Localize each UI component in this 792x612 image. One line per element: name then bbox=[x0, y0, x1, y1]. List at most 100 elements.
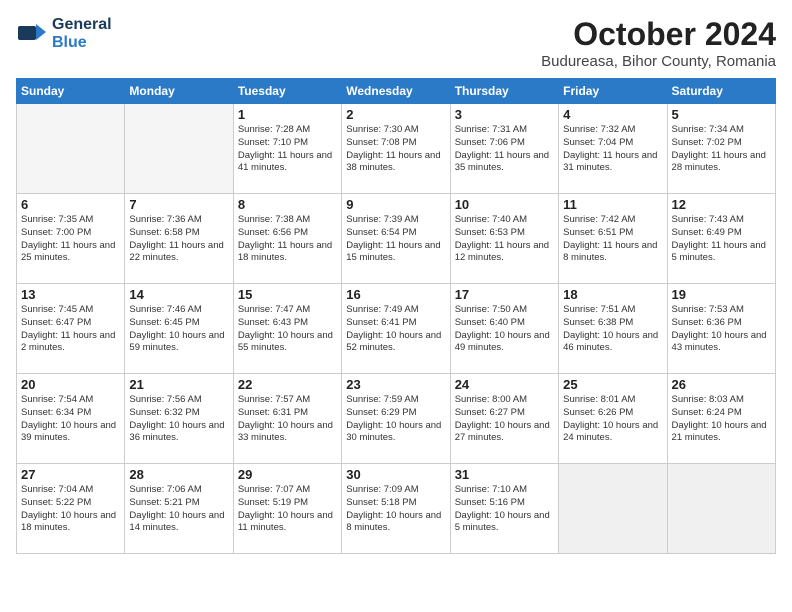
day-info: Sunrise: 8:01 AM Sunset: 6:26 PM Dayligh… bbox=[563, 394, 662, 445]
day-info: Sunrise: 7:10 AM Sunset: 5:16 PM Dayligh… bbox=[455, 484, 554, 535]
calendar-cell: 7 Sunrise: 7:36 AM Sunset: 6:58 PM Daylig… bbox=[125, 194, 233, 284]
day-info: Sunrise: 7:46 AM Sunset: 6:45 PM Dayligh… bbox=[129, 304, 228, 355]
day-number: 15 bbox=[238, 287, 337, 302]
day-number: 12 bbox=[672, 197, 771, 212]
day-info: Sunrise: 7:56 AM Sunset: 6:32 PM Dayligh… bbox=[129, 394, 228, 445]
day-number: 8 bbox=[238, 197, 337, 212]
day-number: 7 bbox=[129, 197, 228, 212]
calendar-cell: 30Sunrise: 7:09 AM Sunset: 5:18 PM Dayli… bbox=[342, 464, 450, 554]
calendar-cell bbox=[559, 464, 667, 554]
day-info: Sunrise: 7:30 AM Sunset: 7:08 PM Dayligh… bbox=[346, 124, 445, 175]
calendar-cell bbox=[667, 464, 775, 554]
calendar-week-row: 1 Sunrise: 7:28 AM Sunset: 7:10 PM Daylig… bbox=[17, 104, 776, 194]
calendar-week-row: 20Sunrise: 7:54 AM Sunset: 6:34 PM Dayli… bbox=[17, 374, 776, 464]
calendar-cell: 15 Sunrise: 7:47 AM Sunset: 6:43 PM Dayli… bbox=[233, 284, 341, 374]
day-number: 4 bbox=[563, 107, 662, 122]
day-number: 6 bbox=[21, 197, 120, 212]
calendar-cell: 8 Sunrise: 7:38 AM Sunset: 6:56 PM Daylig… bbox=[233, 194, 341, 284]
day-info: Sunrise: 7:36 AM Sunset: 6:58 PM Dayligh… bbox=[129, 214, 228, 265]
calendar-cell: 25 Sunrise: 8:01 AM Sunset: 6:26 PM Dayli… bbox=[559, 374, 667, 464]
logo: General Blue bbox=[16, 16, 112, 52]
weekday-header: Tuesday bbox=[233, 79, 341, 104]
logo-general: General bbox=[52, 16, 112, 34]
day-info: Sunrise: 7:39 AM Sunset: 6:54 PM Dayligh… bbox=[346, 214, 445, 265]
calendar-cell: 5Sunrise: 7:34 AM Sunset: 7:02 PM Daylig… bbox=[667, 104, 775, 194]
weekday-header-row: SundayMondayTuesdayWednesdayThursdayFrid… bbox=[17, 79, 776, 104]
day-number: 21 bbox=[129, 377, 228, 392]
day-info: Sunrise: 7:42 AM Sunset: 6:51 PM Dayligh… bbox=[563, 214, 662, 265]
calendar-cell: 18Sunrise: 7:51 AM Sunset: 6:38 PM Dayli… bbox=[559, 284, 667, 374]
day-info: Sunrise: 7:32 AM Sunset: 7:04 PM Dayligh… bbox=[563, 124, 662, 175]
month-title: October 2024 bbox=[541, 16, 776, 53]
calendar-cell bbox=[125, 104, 233, 194]
logo-blue: Blue bbox=[52, 34, 112, 52]
day-info: Sunrise: 8:00 AM Sunset: 6:27 PM Dayligh… bbox=[455, 394, 554, 445]
calendar-cell: 14 Sunrise: 7:46 AM Sunset: 6:45 PM Dayli… bbox=[125, 284, 233, 374]
calendar-cell: 13 Sunrise: 7:45 AM Sunset: 6:47 PM Dayli… bbox=[17, 284, 125, 374]
day-number: 2 bbox=[346, 107, 445, 122]
day-info: Sunrise: 7:45 AM Sunset: 6:47 PM Dayligh… bbox=[21, 304, 120, 355]
day-number: 14 bbox=[129, 287, 228, 302]
day-info: Sunrise: 7:59 AM Sunset: 6:29 PM Dayligh… bbox=[346, 394, 445, 445]
day-number: 25 bbox=[563, 377, 662, 392]
calendar-cell: 4 Sunrise: 7:32 AM Sunset: 7:04 PM Daylig… bbox=[559, 104, 667, 194]
location-title: Budureasa, Bihor County, Romania bbox=[541, 53, 776, 70]
calendar-cell: 12 Sunrise: 7:43 AM Sunset: 6:49 PM Dayli… bbox=[667, 194, 775, 284]
weekday-header: Wednesday bbox=[342, 79, 450, 104]
calendar-cell: 29Sunrise: 7:07 AM Sunset: 5:19 PM Dayli… bbox=[233, 464, 341, 554]
calendar-cell: 9 Sunrise: 7:39 AM Sunset: 6:54 PM Daylig… bbox=[342, 194, 450, 284]
calendar-week-row: 6 Sunrise: 7:35 AM Sunset: 7:00 PM Daylig… bbox=[17, 194, 776, 284]
day-number: 26 bbox=[672, 377, 771, 392]
day-info: Sunrise: 7:50 AM Sunset: 6:40 PM Dayligh… bbox=[455, 304, 554, 355]
day-number: 27 bbox=[21, 467, 120, 482]
weekday-header: Friday bbox=[559, 79, 667, 104]
calendar-week-row: 13 Sunrise: 7:45 AM Sunset: 6:47 PM Dayli… bbox=[17, 284, 776, 374]
day-number: 16 bbox=[346, 287, 445, 302]
weekday-header: Thursday bbox=[450, 79, 558, 104]
calendar-cell: 11Sunrise: 7:42 AM Sunset: 6:51 PM Dayli… bbox=[559, 194, 667, 284]
day-number: 30 bbox=[346, 467, 445, 482]
day-info: Sunrise: 7:38 AM Sunset: 6:56 PM Dayligh… bbox=[238, 214, 337, 265]
weekday-header: Monday bbox=[125, 79, 233, 104]
day-info: Sunrise: 7:53 AM Sunset: 6:36 PM Dayligh… bbox=[672, 304, 771, 355]
calendar-cell: 28 Sunrise: 7:06 AM Sunset: 5:21 PM Dayli… bbox=[125, 464, 233, 554]
calendar-cell: 10Sunrise: 7:40 AM Sunset: 6:53 PM Dayli… bbox=[450, 194, 558, 284]
day-number: 19 bbox=[672, 287, 771, 302]
day-info: Sunrise: 7:34 AM Sunset: 7:02 PM Dayligh… bbox=[672, 124, 771, 175]
calendar-cell: 19 Sunrise: 7:53 AM Sunset: 6:36 PM Dayli… bbox=[667, 284, 775, 374]
calendar-cell: 26 Sunrise: 8:03 AM Sunset: 6:24 PM Dayli… bbox=[667, 374, 775, 464]
day-number: 1 bbox=[238, 107, 337, 122]
day-number: 13 bbox=[21, 287, 120, 302]
weekday-header: Sunday bbox=[17, 79, 125, 104]
calendar-cell: 22Sunrise: 7:57 AM Sunset: 6:31 PM Dayli… bbox=[233, 374, 341, 464]
calendar-cell: 1 Sunrise: 7:28 AM Sunset: 7:10 PM Daylig… bbox=[233, 104, 341, 194]
calendar-cell: 31 Sunrise: 7:10 AM Sunset: 5:16 PM Dayli… bbox=[450, 464, 558, 554]
weekday-header: Saturday bbox=[667, 79, 775, 104]
calendar-cell: 6 Sunrise: 7:35 AM Sunset: 7:00 PM Daylig… bbox=[17, 194, 125, 284]
day-info: Sunrise: 7:04 AM Sunset: 5:22 PM Dayligh… bbox=[21, 484, 120, 535]
day-info: Sunrise: 7:28 AM Sunset: 7:10 PM Dayligh… bbox=[238, 124, 337, 175]
calendar-cell: 3Sunrise: 7:31 AM Sunset: 7:06 PM Daylig… bbox=[450, 104, 558, 194]
day-number: 23 bbox=[346, 377, 445, 392]
calendar-cell: 24Sunrise: 8:00 AM Sunset: 6:27 PM Dayli… bbox=[450, 374, 558, 464]
day-number: 18 bbox=[563, 287, 662, 302]
calendar-cell: 27 Sunrise: 7:04 AM Sunset: 5:22 PM Dayli… bbox=[17, 464, 125, 554]
day-info: Sunrise: 8:03 AM Sunset: 6:24 PM Dayligh… bbox=[672, 394, 771, 445]
day-number: 31 bbox=[455, 467, 554, 482]
calendar-cell bbox=[17, 104, 125, 194]
day-info: Sunrise: 7:35 AM Sunset: 7:00 PM Dayligh… bbox=[21, 214, 120, 265]
day-info: Sunrise: 7:07 AM Sunset: 5:19 PM Dayligh… bbox=[238, 484, 337, 535]
day-info: Sunrise: 7:43 AM Sunset: 6:49 PM Dayligh… bbox=[672, 214, 771, 265]
day-info: Sunrise: 7:06 AM Sunset: 5:21 PM Dayligh… bbox=[129, 484, 228, 535]
day-info: Sunrise: 7:47 AM Sunset: 6:43 PM Dayligh… bbox=[238, 304, 337, 355]
title-block: October 2024 Budureasa, Bihor County, Ro… bbox=[541, 16, 776, 70]
day-number: 22 bbox=[238, 377, 337, 392]
day-number: 9 bbox=[346, 197, 445, 212]
logo-icon bbox=[16, 18, 48, 50]
calendar-cell: 20Sunrise: 7:54 AM Sunset: 6:34 PM Dayli… bbox=[17, 374, 125, 464]
day-number: 3 bbox=[455, 107, 554, 122]
calendar-cell: 2 Sunrise: 7:30 AM Sunset: 7:08 PM Daylig… bbox=[342, 104, 450, 194]
calendar-table: SundayMondayTuesdayWednesdayThursdayFrid… bbox=[16, 78, 776, 554]
day-number: 17 bbox=[455, 287, 554, 302]
day-number: 28 bbox=[129, 467, 228, 482]
